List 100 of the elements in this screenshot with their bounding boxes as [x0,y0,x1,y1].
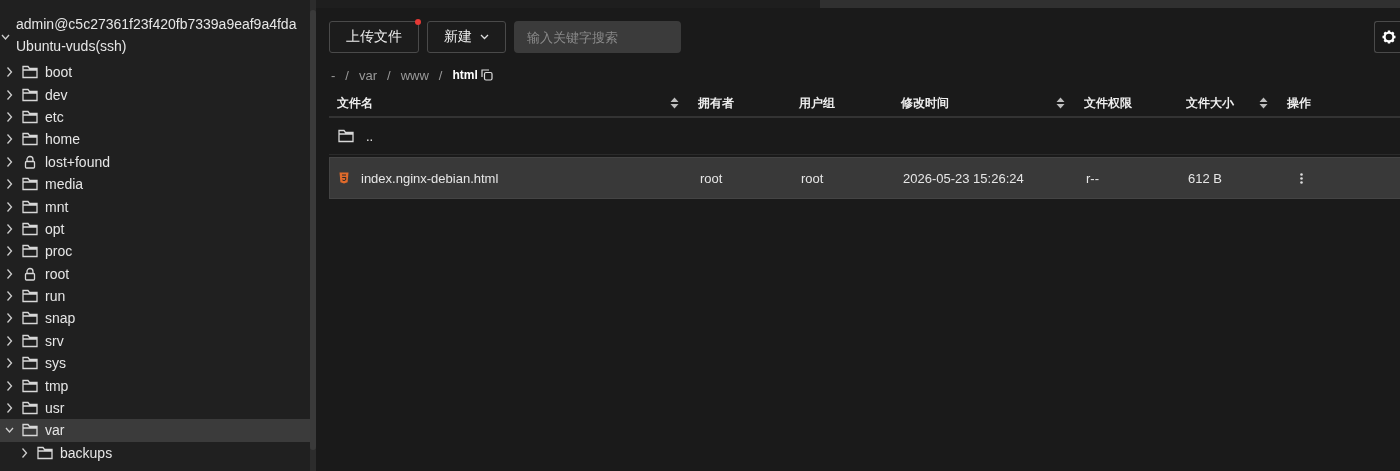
caret-icon [480,34,489,40]
folder-name: mnt [45,198,69,215]
column-header: 文件权限 [1084,94,1132,112]
breadcrumb-item[interactable]: www [400,67,429,83]
search-field[interactable]: 输入关键字搜索 [514,21,681,53]
folder-icon [37,445,53,460]
folder-icon [22,356,38,371]
chevron-icon[interactable] [5,379,14,392]
tree-item[interactable]: boot [0,61,310,84]
scrollbar[interactable] [310,10,316,450]
folder-icon [22,199,38,214]
chevron-icon[interactable] [5,312,14,325]
table-cell-text: r-- [1085,170,1100,186]
tree-item[interactable]: root [0,262,310,285]
folder-icon [22,423,38,438]
tree-item[interactable]: run [0,284,310,308]
chevron-icon[interactable] [5,110,14,123]
tree-item[interactable]: var [0,419,310,442]
folder-name: media [45,176,84,193]
folder-name: proc [45,243,73,260]
tree-item[interactable]: mnt [0,195,310,218]
new-button[interactable]: 新建 [427,21,506,53]
tree-item[interactable]: backups [0,441,310,465]
lock-icon [22,154,38,169]
folder-name: snap [45,310,76,327]
folder-name: root [45,265,70,282]
copy-icon[interactable] [480,69,493,81]
folder-icon [22,333,38,348]
tree-item[interactable]: snap [0,307,310,330]
file-row[interactable]: index.nginx-debian.html root root 2026-05-23 15:26:24 r-- 612 B [329,157,1400,199]
column-header: 操作 [1287,94,1311,112]
tree-item[interactable]: etc [0,105,310,129]
column-header[interactable]: 文件名 [337,94,373,112]
folder-icon [22,109,38,124]
tree-item[interactable]: media [0,172,310,196]
breadcrumb-item[interactable]: var [358,67,378,83]
tree-item[interactable]: dev [0,83,310,106]
folder-name: opt [45,220,65,237]
tree-item[interactable]: opt [0,217,310,241]
chevron-icon[interactable] [5,133,14,146]
folder-name: boot [45,64,73,81]
tree-item[interactable]: proc [0,240,310,263]
path-separator: / [387,67,391,83]
table-cell-text: 612 B [1187,170,1223,186]
path-separator: / [345,67,349,83]
folder-icon [22,289,38,304]
folder-icon [22,177,38,192]
tree-item[interactable]: sys [0,352,310,375]
sort-icon[interactable] [670,97,679,109]
settings-icon [1382,30,1396,44]
folder-name: backups [60,444,113,461]
folder-name: etc [45,108,64,125]
tree-item[interactable]: lost+found [0,150,310,173]
more-icon[interactable] [1300,172,1303,184]
folder-name: sys [45,355,66,372]
folder-name: var [45,422,65,439]
html-file-icon [339,172,349,184]
folder-name: tmp [45,377,69,394]
chevron-icon[interactable] [5,334,14,347]
sort-icon[interactable] [1259,97,1268,109]
folder-name: lost+found [45,153,110,170]
folder-icon [22,221,38,236]
path-separator: / [438,67,443,83]
chevron-icon[interactable] [5,357,14,370]
upload-button[interactable]: 上传文件 [329,21,419,53]
column-header: 用户组 [799,94,835,112]
connection-name[interactable]: Ubuntu-vuds(ssh) [16,35,127,57]
folder-icon [22,65,38,80]
folder-icon [22,87,38,102]
chevron-icon[interactable] [5,66,14,79]
folder-name: dev [45,86,68,103]
chevron-icon[interactable] [5,88,14,101]
chevron-icon[interactable] [5,290,14,303]
tree-item[interactable]: srv [0,329,310,353]
chevron-icon[interactable] [5,200,14,213]
sort-icon[interactable] [1056,97,1065,109]
parent-folder-row[interactable]: .. [329,118,1400,155]
chevron-icon[interactable] [5,222,14,235]
folder-icon [22,311,38,326]
folder-icon [338,129,354,143]
table-cell-text: root [800,170,825,186]
column-header[interactable]: 修改时间 [901,94,949,112]
folder-icon [22,401,38,416]
settings-button[interactable] [1374,21,1400,53]
folder-icon [22,132,38,147]
table-cell-text: root [699,170,724,186]
chevron-icon[interactable] [5,267,14,280]
folder-name: usr [45,400,65,417]
breadcrumb-item[interactable]: html [452,68,478,82]
folder-icon [22,244,38,259]
chevron-icon[interactable] [5,245,14,258]
chevron-icon[interactable] [5,155,14,168]
column-header[interactable]: 文件大小 [1186,94,1234,112]
tree-item[interactable]: home [0,128,310,151]
chevron-icon[interactable] [5,178,14,191]
tree-item[interactable]: usr [0,396,310,420]
tree-item[interactable]: tmp [0,374,310,397]
breadcrumb-item[interactable]: - [331,67,336,83]
chevron-icon[interactable] [5,402,14,415]
chevron-icon[interactable] [20,446,29,459]
